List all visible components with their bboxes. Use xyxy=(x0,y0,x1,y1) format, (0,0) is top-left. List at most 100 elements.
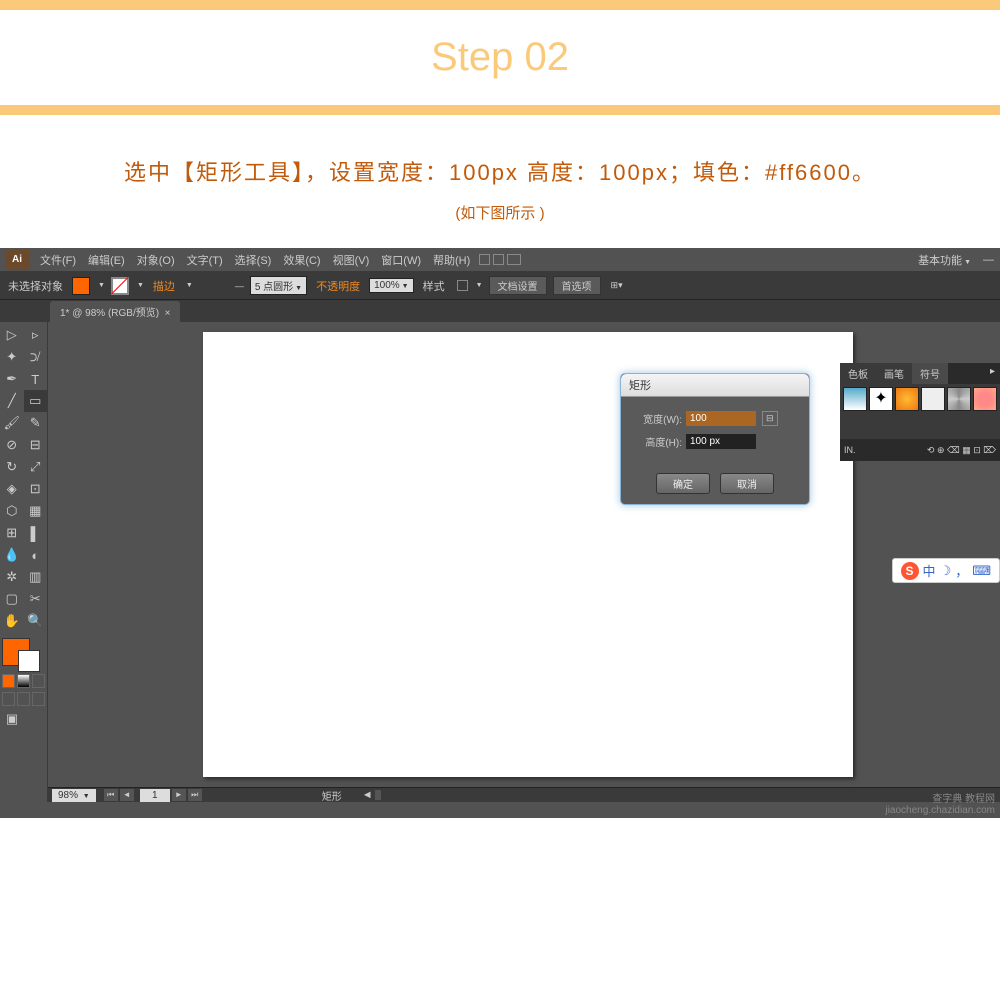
menu-view[interactable]: 视图(V) xyxy=(327,252,376,268)
eyedropper-tool-icon[interactable]: 💧 xyxy=(0,544,24,566)
stroke-color-box[interactable] xyxy=(18,650,40,672)
graph-tool-icon[interactable]: ▥ xyxy=(24,566,48,588)
menu-effect[interactable]: 效果(C) xyxy=(277,252,326,268)
stroke-style-field[interactable]: 5 点圆形▼ xyxy=(250,276,307,295)
fill-swatch[interactable] xyxy=(72,277,90,295)
pen-tool-icon[interactable]: ✒ xyxy=(0,368,24,390)
artboard-prev-icon[interactable]: ◄ xyxy=(120,789,134,801)
blob-brush-tool-icon[interactable]: ⊘ xyxy=(0,434,24,456)
draw-mode-behind[interactable] xyxy=(17,692,30,706)
align-icon[interactable]: ⊞▾ xyxy=(611,280,623,291)
artboard-next-icon[interactable]: ► xyxy=(172,789,186,801)
illustrator-window: Ai 文件(F) 编辑(E) 对象(O) 文字(T) 选择(S) 效果(C) 视… xyxy=(0,248,1000,818)
menu-type[interactable]: 文字(T) xyxy=(181,252,229,268)
eraser-tool-icon[interactable]: ⊟ xyxy=(24,434,48,456)
hand-tool-icon[interactable]: ✋ xyxy=(0,610,24,632)
panel-menu-icon[interactable]: ▸ xyxy=(985,363,1000,384)
type-tool-icon[interactable]: T xyxy=(24,368,48,390)
style-label[interactable]: 样式 xyxy=(420,278,448,294)
width-input[interactable] xyxy=(686,411,756,426)
height-label: 高度(H): xyxy=(631,434,686,449)
color-mode-none[interactable] xyxy=(32,674,45,688)
perspective-tool-icon[interactable]: ▦ xyxy=(24,500,48,522)
scroll-left-icon[interactable]: ◄ xyxy=(362,789,373,801)
symbol-item[interactable] xyxy=(843,387,867,411)
artboard-last-icon[interactable]: ⏭ xyxy=(188,789,202,801)
doc-setup-button[interactable]: 文档设置 xyxy=(489,276,547,295)
panel-tab-swatches[interactable]: 色板 xyxy=(840,363,876,384)
panel-footer-icons[interactable]: ⟲ ⊕ ⌫ ▦ ⊡ ⌦ xyxy=(927,445,996,456)
free-transform-tool-icon[interactable]: ⊡ xyxy=(24,478,48,500)
ime-punct[interactable]: ， xyxy=(955,561,968,580)
menu-edit[interactable]: 编辑(E) xyxy=(82,252,131,268)
symbol-item[interactable] xyxy=(921,387,945,411)
menu-box-icon[interactable] xyxy=(479,254,490,265)
panel-tab-symbols[interactable]: 符号 xyxy=(912,363,948,384)
mesh-tool-icon[interactable]: ⊞ xyxy=(0,522,24,544)
menu-help[interactable]: 帮助(H) xyxy=(427,252,476,268)
color-mode-fill[interactable] xyxy=(2,674,15,688)
opacity-label[interactable]: 不透明度 xyxy=(313,278,363,294)
artboard-first-icon[interactable]: ⏮ xyxy=(104,789,118,801)
brush-tool-icon[interactable]: 🖌 xyxy=(0,412,24,434)
panel-tab-brushes[interactable]: 画笔 xyxy=(876,363,912,384)
artboard-tool-icon[interactable]: ▢ xyxy=(0,588,24,610)
menu-object[interactable]: 对象(O) xyxy=(131,252,181,268)
zoom-tool-icon[interactable]: 🔍 xyxy=(24,610,48,632)
symbol-sprayer-tool-icon[interactable]: ✲ xyxy=(0,566,24,588)
ime-keyboard-icon[interactable]: ⌨ xyxy=(972,563,991,579)
moon-icon[interactable]: ☽ xyxy=(940,563,952,579)
prefs-button[interactable]: 首选项 xyxy=(553,276,601,295)
draw-mode-inside[interactable] xyxy=(32,692,45,706)
draw-mode-normal[interactable] xyxy=(2,692,15,706)
scroll-thumb-h[interactable] xyxy=(375,790,381,800)
opacity-field[interactable]: 100%▼ xyxy=(369,278,414,293)
line-tool-icon[interactable]: ╱ xyxy=(0,390,24,412)
symbol-item[interactable] xyxy=(947,387,971,411)
menu-box-icon-2[interactable] xyxy=(493,254,504,265)
selection-status: 未选择对象 xyxy=(5,278,66,294)
tools-panel: ▷▹ ✦⟉ ✒T ╱▭ 🖌✎ ⊘⊟ ↻⤢ ◈⊡ ⬡▦ ⊞▌ 💧◐ ✲▥ ▢✂ ✋… xyxy=(0,322,48,802)
scale-tool-icon[interactable]: ⤢ xyxy=(24,456,48,478)
constrain-proportions-icon[interactable]: ⊟ xyxy=(762,411,778,426)
ok-button[interactable]: 确定 xyxy=(656,473,710,494)
cancel-button[interactable]: 取消 xyxy=(720,473,774,494)
symbol-item[interactable] xyxy=(895,387,919,411)
selection-tool-icon[interactable]: ▷ xyxy=(0,324,24,346)
magic-wand-tool-icon[interactable]: ✦ xyxy=(0,346,24,368)
ime-mode[interactable]: 中 xyxy=(923,561,936,580)
lasso-tool-icon[interactable]: ⟉ xyxy=(24,346,48,368)
menu-window[interactable]: 窗口(W) xyxy=(375,252,427,268)
rectangle-tool-icon[interactable]: ▭ xyxy=(24,390,48,412)
gradient-tool-icon[interactable]: ▌ xyxy=(24,522,48,544)
workspace-label[interactable]: 基本功能▼ xyxy=(912,252,977,268)
stroke-swatch[interactable] xyxy=(111,277,129,295)
blend-tool-icon[interactable]: ◐ xyxy=(24,544,48,566)
height-input[interactable] xyxy=(686,434,756,449)
slice-tool-icon[interactable]: ✂ xyxy=(24,588,48,610)
instruction-text: 选中【矩形工具】，设置宽度：100px 高度：100px；填色：#ff6600。 xyxy=(0,115,1000,202)
menu-grid-icon[interactable] xyxy=(507,254,521,265)
style-swatch[interactable] xyxy=(457,280,468,291)
minimize-button[interactable]: — xyxy=(977,254,1000,266)
symbol-item[interactable] xyxy=(973,387,997,411)
width-tool-icon[interactable]: ◈ xyxy=(0,478,24,500)
document-tab[interactable]: 1* @ 98% (RGB/预览) × xyxy=(50,301,180,322)
menu-select[interactable]: 选择(S) xyxy=(229,252,278,268)
status-tool-label: 矩形 xyxy=(322,788,342,803)
app-logo: Ai xyxy=(5,250,29,270)
screen-mode-icon[interactable]: ▣ xyxy=(0,708,24,730)
shape-builder-tool-icon[interactable]: ⬡ xyxy=(0,500,24,522)
artboard-num-field[interactable]: 1 xyxy=(140,789,170,802)
zoom-field[interactable]: 98% ▼ xyxy=(52,789,96,802)
chevron-down-icon[interactable]: ▼ xyxy=(135,282,144,289)
stroke-label[interactable]: 描边 xyxy=(150,278,178,294)
color-mode-gradient[interactable] xyxy=(17,674,30,688)
direct-selection-tool-icon[interactable]: ▹ xyxy=(24,324,48,346)
rotate-tool-icon[interactable]: ↻ xyxy=(0,456,24,478)
panel-library-icon[interactable]: IN. xyxy=(844,445,856,455)
chevron-down-icon[interactable]: ▼ xyxy=(96,282,105,289)
pencil-tool-icon[interactable]: ✎ xyxy=(24,412,48,434)
menu-file[interactable]: 文件(F) xyxy=(34,252,82,268)
ime-toolbar[interactable]: S 中 ☽ ， ⌨ xyxy=(892,558,1000,583)
